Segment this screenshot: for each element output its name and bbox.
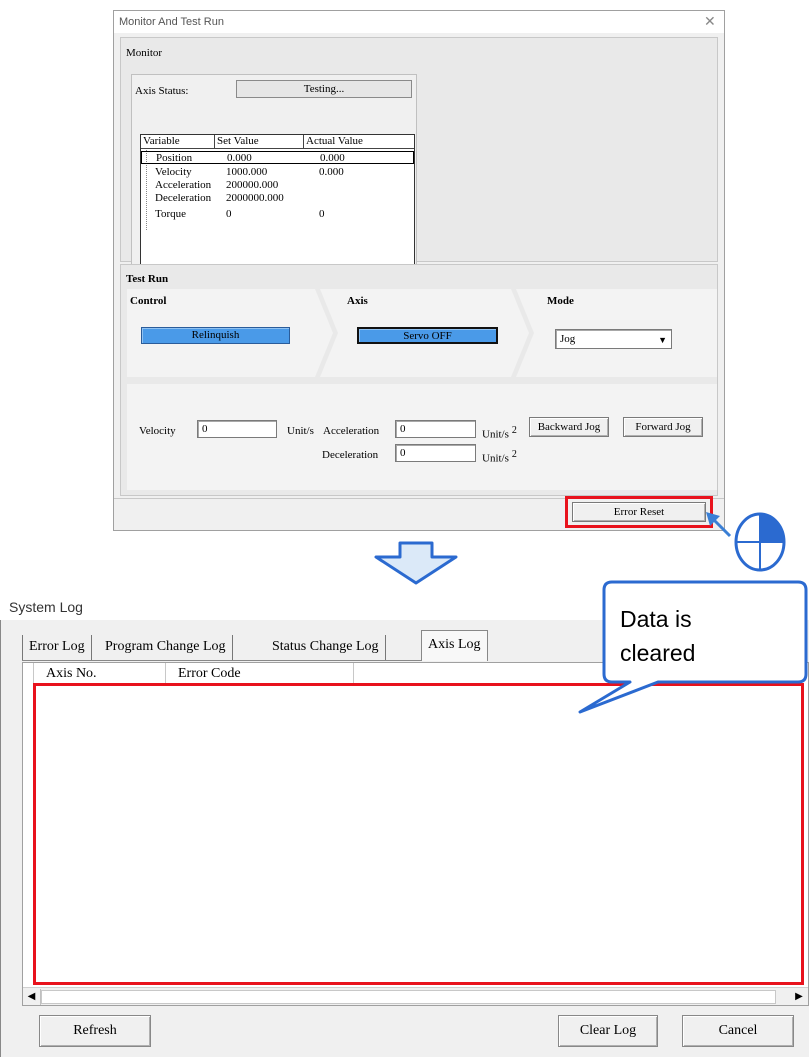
axis-status-label: Axis Status: [135, 85, 189, 97]
table-row[interactable]: Position 0.000 0.000 [141, 151, 414, 164]
error-reset-button[interactable]: Error Reset [572, 502, 706, 522]
acceleration-unit: Unit/s 2 [482, 425, 517, 441]
monitor-group-title: Monitor [126, 47, 163, 59]
down-arrow-icon [374, 541, 458, 585]
scrollbar-thumb[interactable] [41, 990, 776, 1004]
row-actual-value: 0 [319, 208, 325, 220]
table-header-variable: Variable [141, 135, 215, 149]
column-header-axis-no[interactable]: Axis No. [34, 663, 166, 685]
acceleration-input[interactable]: 0 [395, 420, 476, 438]
table-row[interactable]: Acceleration 200000.000 [141, 179, 414, 192]
deceleration-unit: Unit/s 2 [482, 449, 517, 465]
deceleration-unit-exponent: 2 [511, 449, 517, 460]
tab-error-log[interactable]: Error Log [22, 635, 92, 660]
callout-line-2: cleared [620, 640, 696, 666]
tab-axis-log[interactable]: Axis Log [421, 630, 488, 661]
deceleration-input[interactable]: 0 [395, 444, 476, 462]
table-row[interactable]: Velocity 1000.000 0.000 [141, 166, 414, 179]
scroll-left-icon[interactable]: ◀ [23, 989, 41, 1005]
mouse-click-icon [706, 512, 786, 572]
cleared-area-highlight [33, 683, 804, 985]
monitor-group: Monitor Axis Status: Testing... Variable… [120, 37, 718, 279]
column-header-error-code[interactable]: Error Code [166, 663, 354, 685]
column-header-blank [23, 663, 34, 685]
callout-text: Data is cleared [620, 602, 695, 670]
window-border [0, 620, 1, 1057]
row-variable: Acceleration [155, 179, 212, 191]
axis-label: Axis [347, 295, 368, 307]
acceleration-unit-text: Unit/s [482, 428, 509, 441]
refresh-button[interactable]: Refresh [39, 1015, 151, 1047]
row-actual-value: 0.000 [319, 166, 344, 178]
system-log-title: System Log [9, 599, 83, 615]
horizontal-scrollbar[interactable]: ◀ ▶ [23, 987, 808, 1005]
row-variable: Velocity [155, 166, 192, 178]
tab-status-change-log[interactable]: Status Change Log [266, 635, 386, 660]
acceleration-unit-exponent: 2 [511, 425, 517, 436]
velocity-input[interactable]: 0 [197, 420, 277, 438]
test-run-group: Test Run Control Axis Mode Relinquish Se… [120, 264, 718, 496]
velocity-unit: Unit/s [287, 425, 314, 437]
row-set-value: 1000.000 [226, 166, 268, 178]
forward-jog-button[interactable]: Forward Jog [623, 417, 703, 437]
velocity-label: Velocity [139, 425, 176, 437]
backward-jog-button[interactable]: Backward Jog [529, 417, 609, 437]
table-row[interactable]: Torque 0 0 [141, 208, 414, 221]
table-row[interactable]: Deceleration 2000000.000 [141, 192, 414, 205]
row-actual-value: 0.000 [320, 152, 345, 164]
table-header-actual-value: Actual Value [304, 135, 414, 149]
deceleration-unit-text: Unit/s [482, 452, 509, 465]
mode-select-value: Jog [560, 333, 576, 345]
relinquish-button[interactable]: Relinquish [141, 327, 290, 344]
row-variable: Position [156, 152, 193, 164]
row-set-value: 2000000.000 [226, 192, 284, 204]
dialog-titlebar: Monitor And Test Run ✕ [114, 11, 724, 33]
axis-status-value: Testing... [236, 80, 412, 98]
deceleration-label: Deceleration [322, 449, 379, 461]
mode-label: Mode [547, 295, 574, 307]
tab-program-change-log[interactable]: Program Change Log [99, 635, 233, 660]
test-run-group-title: Test Run [126, 273, 169, 285]
callout-line-1: Data is [620, 606, 692, 632]
row-set-value: 0 [226, 208, 232, 220]
chevron-down-icon: ▼ [658, 335, 667, 345]
dialog-title: Monitor And Test Run [119, 16, 224, 28]
row-variable: Deceleration [155, 192, 212, 204]
variable-table: Variable Set Value Actual Value Position… [140, 134, 415, 267]
acceleration-label: Acceleration [323, 425, 380, 437]
monitor-test-run-dialog: Monitor And Test Run ✕ Monitor Axis Stat… [113, 10, 725, 531]
cancel-button[interactable]: Cancel [682, 1015, 794, 1047]
row-variable: Torque [155, 208, 186, 220]
control-label: Control [130, 295, 167, 307]
row-set-value: 0.000 [227, 152, 252, 164]
mode-select[interactable]: Jog ▼ [555, 329, 672, 349]
tab-strip-line [22, 660, 421, 661]
scroll-right-icon[interactable]: ▶ [790, 989, 808, 1005]
servo-off-button[interactable]: Servo OFF [357, 327, 498, 344]
row-set-value: 200000.000 [226, 179, 279, 191]
table-header-set-value: Set Value [215, 135, 304, 149]
clear-log-button[interactable]: Clear Log [558, 1015, 658, 1047]
close-icon[interactable]: ✕ [704, 13, 716, 30]
